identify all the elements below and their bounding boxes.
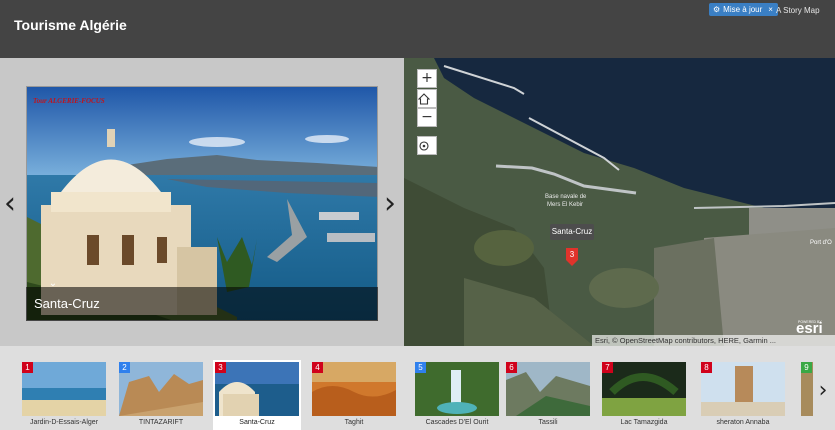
thumbnail-number: 4 xyxy=(312,362,323,373)
chevron-down-icon[interactable]: ⌄ xyxy=(45,278,61,289)
gear-icon: ⚙ xyxy=(713,5,721,14)
thumbnail-number: 3 xyxy=(215,362,226,373)
svg-text:Base navale de: Base navale de xyxy=(545,194,587,200)
thumbnails-next-arrow[interactable]: › xyxy=(814,376,832,406)
home-button[interactable] xyxy=(417,89,437,108)
thumbnail-number: 5 xyxy=(415,362,426,373)
page-title: Tourisme Algérie xyxy=(14,17,127,33)
thumbnail-item[interactable]: 9 xyxy=(799,360,813,430)
thumbnail-item[interactable]: 5 Cascades D'El Ourit xyxy=(413,360,501,430)
thumbnail-label: Tassili xyxy=(538,419,558,426)
thumbnail-label: Cascades D'El Ourit xyxy=(425,419,489,426)
map-marker[interactable]: 3 xyxy=(566,248,578,266)
locate-button[interactable] xyxy=(417,136,437,155)
home-icon xyxy=(418,93,430,105)
previous-arrow[interactable]: ‹ xyxy=(0,186,20,222)
map-panel[interactable]: Base navale de Mers El Kebir Port d'O + … xyxy=(404,58,835,346)
thumbnail-number: 2 xyxy=(119,362,130,373)
storymap-link[interactable]: A Story Map xyxy=(776,6,820,15)
caption-bar: ⌄ Santa-Cruz xyxy=(26,278,378,321)
thumbnail-item[interactable]: 6 Tassili xyxy=(504,360,592,430)
thumbnail-item[interactable]: 4 Taghit xyxy=(310,360,398,430)
app-header: Tourisme Algérie ⚙ Mise à jour × A Story… xyxy=(0,0,835,58)
zoom-out-button[interactable]: − xyxy=(417,108,437,127)
main-photo: Tour ALGERIE-FOCUS xyxy=(26,86,378,321)
crosshair-icon xyxy=(419,141,429,151)
main-content: ‹ › Tour ALGERIE-FOCUS ⌄ Santa-Cruz Base… xyxy=(0,58,835,346)
thumbnail-label: TINTAZARIFT xyxy=(138,419,184,426)
thumbnail-image xyxy=(312,362,396,416)
svg-text:Mers El Kebir: Mers El Kebir xyxy=(547,202,583,208)
marker-number: 3 xyxy=(570,250,575,259)
update-label: Mise à jour xyxy=(723,5,763,14)
thumbnail-image xyxy=(701,362,785,416)
thumbnail-number: 8 xyxy=(701,362,712,373)
zoom-in-button[interactable]: + xyxy=(417,69,437,88)
thumbnail-label: Taghit xyxy=(344,419,364,426)
thumbnail-item[interactable]: 7 Lac Tamazgida xyxy=(600,360,688,430)
thumbnail-label: Lac Tamazgida xyxy=(620,419,668,426)
update-badge[interactable]: ⚙ Mise à jour × xyxy=(709,3,778,16)
thumbnail-image xyxy=(215,362,299,416)
thumbnail-image xyxy=(22,362,106,416)
thumbnail-item[interactable]: 1 Jardin-D-Essais-Alger xyxy=(20,360,108,430)
thumbnail-number: 9 xyxy=(801,362,812,373)
thumbnail-image xyxy=(119,362,203,416)
thumbnail-image xyxy=(602,362,686,416)
svg-text:Port d'O: Port d'O xyxy=(810,240,832,246)
thumbnail-item[interactable]: 8 sheraton Annaba xyxy=(699,360,787,430)
map-popup-label: Santa-Cruz xyxy=(550,224,594,240)
photo-caption: Santa-Cruz xyxy=(34,296,100,311)
thumbnail-item-active[interactable]: 3 Santa-Cruz xyxy=(213,360,301,430)
thumbnail-carousel: 1 Jardin-D-Essais-Alger 2 TINTAZARIFT 3 … xyxy=(0,346,835,430)
thumbnail-item[interactable]: 2 TINTAZARIFT xyxy=(117,360,205,430)
thumbnail-number: 7 xyxy=(602,362,613,373)
thumbnail-label: Santa-Cruz xyxy=(239,419,275,426)
close-icon[interactable]: × xyxy=(768,3,773,16)
thumbnail-number: 6 xyxy=(506,362,517,373)
next-arrow[interactable]: › xyxy=(380,186,400,222)
media-panel: ‹ › Tour ALGERIE-FOCUS ⌄ Santa-Cruz xyxy=(0,58,404,346)
photo-watermark: Tour ALGERIE-FOCUS xyxy=(33,97,105,105)
thumbnail-image xyxy=(506,362,590,416)
thumbnail-image xyxy=(415,362,499,416)
thumbnail-label: sheraton Annaba xyxy=(716,419,770,426)
thumbnail-number: 1 xyxy=(22,362,33,373)
thumbnail-label: Jardin-D-Essais-Alger xyxy=(29,419,99,426)
